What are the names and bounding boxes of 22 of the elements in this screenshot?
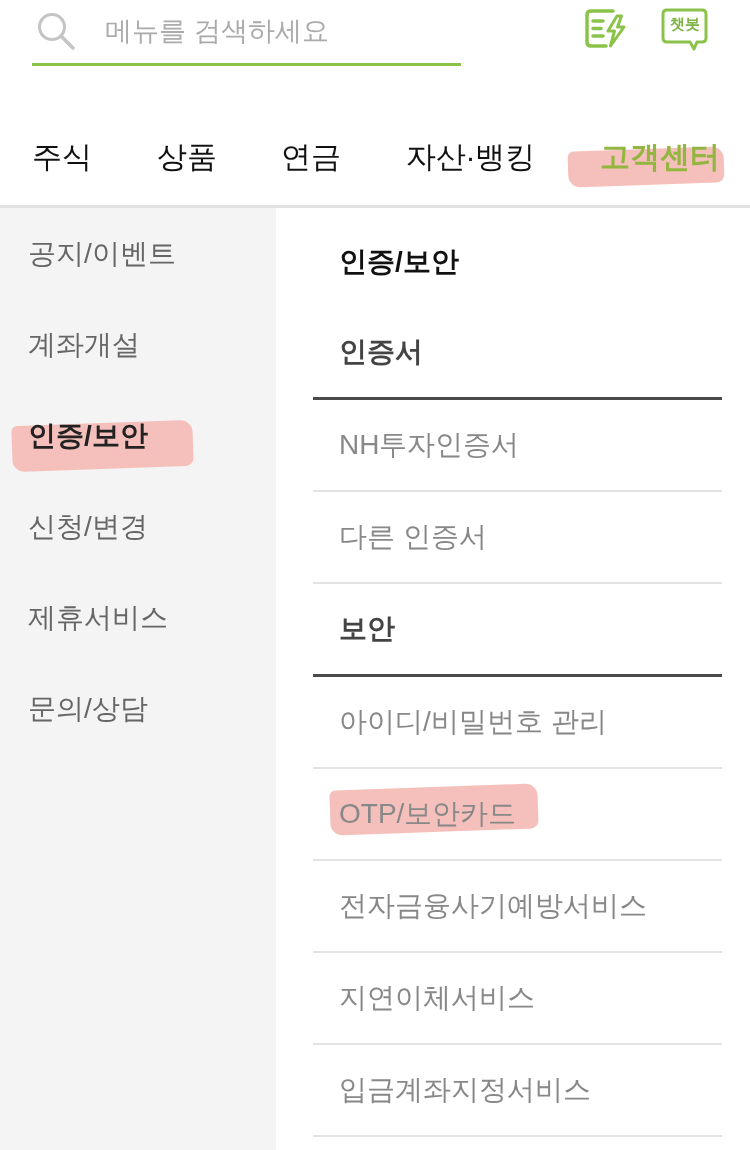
- group-heading: 보안: [339, 612, 395, 646]
- menu-link[interactable]: 아이디/비밀번호 관리: [339, 705, 607, 739]
- menu-link[interactable]: NH투자인증서: [339, 428, 520, 462]
- sidebar-item[interactable]: 신청/변경: [28, 509, 148, 544]
- search-icon: [37, 11, 75, 50]
- sidebar-item[interactable]: 공지/이벤트: [28, 236, 176, 271]
- nav-tab[interactable]: 자산·뱅킹: [405, 139, 536, 175]
- group-heading: 인증서: [339, 335, 423, 369]
- menu-link[interactable]: 입금계좌지정서비스: [339, 1073, 591, 1107]
- menu-link[interactable]: 다른 인증서: [339, 520, 487, 554]
- nav-tab[interactable]: 주식: [32, 139, 92, 175]
- sidebar-item[interactable]: 인증/보안: [28, 418, 148, 453]
- search-field[interactable]: 메뉴를 검색하세요: [105, 12, 461, 49]
- sidebar-item[interactable]: 제휴서비스: [28, 600, 168, 635]
- nav-tab[interactable]: 상품: [156, 139, 217, 175]
- section-title: 인증/보안: [339, 245, 459, 279]
- sidebar-item[interactable]: 계좌개설: [28, 327, 140, 362]
- menu-link[interactable]: 지연이체서비스: [339, 981, 535, 1015]
- menu-link[interactable]: 전자금융사기예방서비스: [339, 889, 647, 923]
- document-bolt-icon[interactable]: [584, 8, 628, 49]
- sidebar-item[interactable]: 문의/상담: [28, 691, 148, 726]
- nav-tab[interactable]: 연금: [281, 139, 341, 175]
